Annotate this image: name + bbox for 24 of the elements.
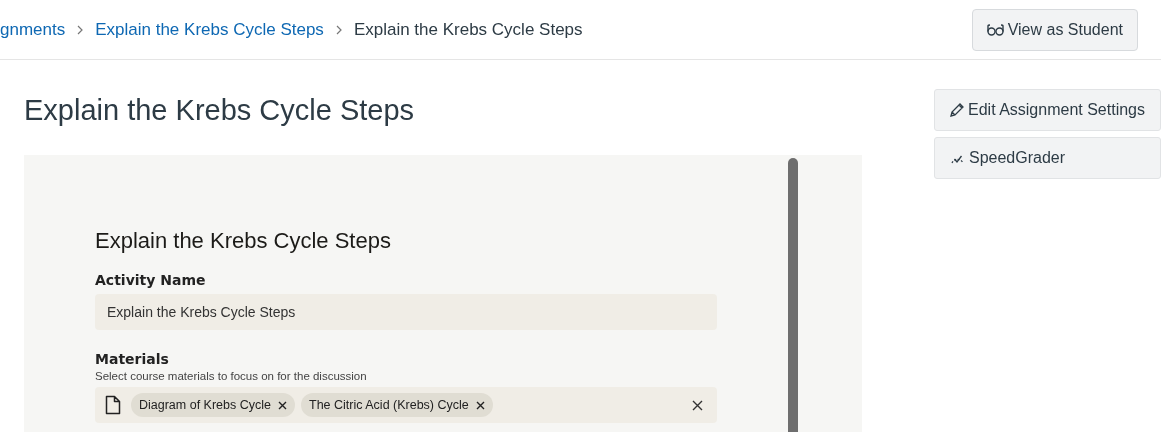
field-label: Activity Name xyxy=(95,271,207,289)
scrollbar-thumb[interactable] xyxy=(788,158,798,432)
pencil-icon xyxy=(949,102,965,118)
activity-name-field[interactable]: Explain the Krebs Cycle Steps xyxy=(95,294,717,330)
chevron-icon xyxy=(334,24,343,35)
material-chip[interactable]: Diagram of Krebs Cycle xyxy=(131,393,295,417)
document-icon xyxy=(105,395,121,415)
remove-icon[interactable] xyxy=(475,400,485,410)
field-hint: Select course materials to focus on for the discussion xyxy=(95,369,368,384)
field-label: Materials xyxy=(95,350,170,368)
page-title: Explain the Krebs Cycle Steps xyxy=(24,93,416,128)
materials-field[interactable]: Diagram of Krebs Cycle The Citric Acid (Krebs) Cycle xyxy=(95,387,717,423)
speedgrader-button[interactable]: SpeedGrader xyxy=(934,137,1161,179)
glasses-icon xyxy=(986,23,1004,36)
activity-heading: Explain the Krebs Cycle Steps xyxy=(95,227,392,255)
edit-settings-button[interactable]: Edit Assignment Settings xyxy=(934,89,1161,131)
breadcrumb-link[interactable]: Explain the Krebs Cycle Steps xyxy=(95,19,324,40)
chevron-icon xyxy=(76,24,85,35)
breadcrumb-link[interactable]: gnments xyxy=(0,19,66,40)
clear-icon[interactable] xyxy=(692,399,703,411)
remove-icon[interactable] xyxy=(278,400,287,410)
material-chip[interactable]: The Citric Acid (Krebs) Cycle xyxy=(301,393,493,417)
view-as-student-button[interactable]: View as Student xyxy=(971,8,1138,51)
breadcrumb-current: Explain the Krebs Cycle Steps xyxy=(353,19,583,40)
